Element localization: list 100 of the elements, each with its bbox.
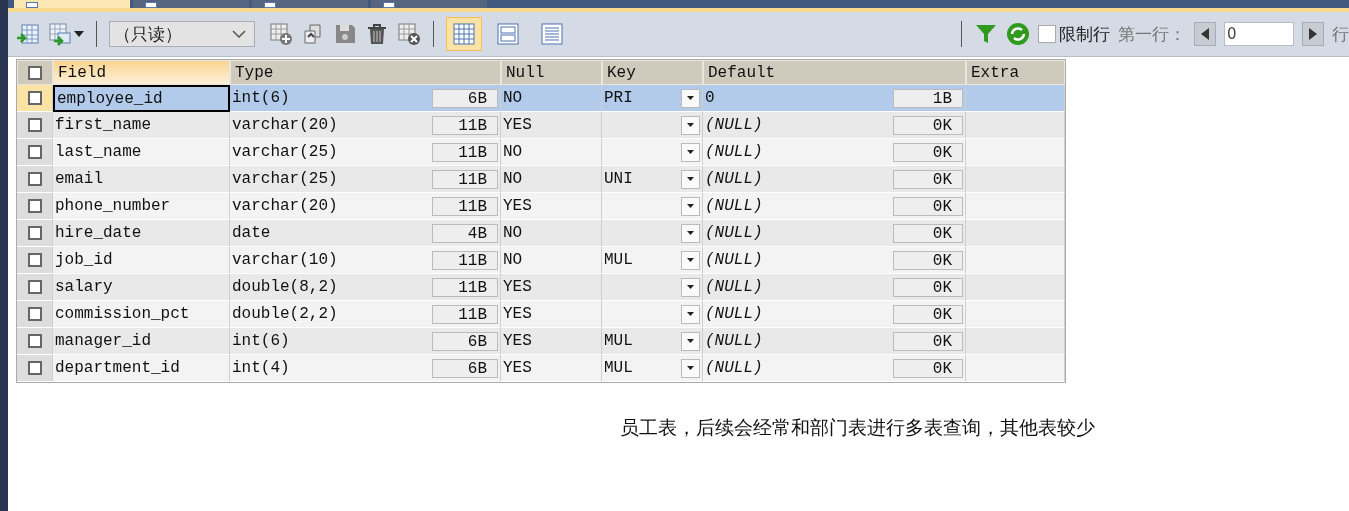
add-row-icon[interactable] xyxy=(269,22,293,46)
table-cell: MUL xyxy=(604,251,633,269)
tab[interactable] xyxy=(133,0,249,8)
row-checkbox[interactable] xyxy=(27,226,42,240)
save-icon[interactable] xyxy=(333,22,357,46)
caret-icon xyxy=(687,258,694,262)
delete-row-icon[interactable] xyxy=(397,22,421,46)
table-row[interactable]: salary double(8,2) 11B YES (NULL) 0K xyxy=(17,274,1065,301)
table-row[interactable]: phone_number varchar(20) 11B YES (NULL) 0K xyxy=(17,193,1065,220)
dropdown-button[interactable] xyxy=(681,142,700,162)
table-row[interactable]: first_name varchar(20) 11B YES (NULL) 0K xyxy=(17,112,1065,139)
table-cell: UNI xyxy=(604,170,633,188)
size-box: 0K xyxy=(893,196,963,216)
table-cell: PRI xyxy=(604,89,633,107)
table-cell: YES xyxy=(503,116,532,134)
size-box: 4B xyxy=(432,223,498,243)
dropdown-button[interactable] xyxy=(681,196,700,216)
size-box: 6B xyxy=(432,88,498,108)
grid-icon xyxy=(383,2,395,8)
caret-icon xyxy=(687,339,694,343)
column-header[interactable]: Extra xyxy=(966,60,1065,85)
table-row[interactable]: email varchar(25) 11B NO UNI (NULL) 0K xyxy=(17,166,1065,193)
table-row[interactable]: last_name varchar(25) 11B NO (NULL) 0K xyxy=(17,139,1065,166)
dropdown-button[interactable] xyxy=(681,358,700,378)
select-all-checkbox[interactable] xyxy=(28,65,42,80)
row-checkbox[interactable] xyxy=(27,172,42,186)
table-row[interactable]: commission_pct double(2,2) 11B YES (NULL) 0K xyxy=(17,301,1065,328)
row-checkbox[interactable] xyxy=(27,91,42,105)
table-row[interactable]: job_id varchar(10) 11B NO MUL (NULL) 0K xyxy=(17,247,1065,274)
column-header[interactable]: Default xyxy=(703,60,966,85)
table-row[interactable]: department_id int(4) 6B YES MUL (NULL) 0K xyxy=(17,355,1065,382)
size-box: 0K xyxy=(893,358,963,378)
caret-icon xyxy=(687,312,694,316)
caret-icon xyxy=(687,123,694,127)
table-cell: (NULL) xyxy=(705,305,763,323)
size-box: 0K xyxy=(893,115,963,135)
caret-icon xyxy=(687,96,694,100)
row-checkbox[interactable] xyxy=(27,253,42,267)
row-checkbox[interactable] xyxy=(27,199,42,213)
table-cell: double(8,2) xyxy=(232,278,338,296)
dropdown-button[interactable] xyxy=(681,277,700,297)
filter-icon[interactable] xyxy=(974,22,998,46)
tab[interactable] xyxy=(371,0,487,8)
size-box: 11B xyxy=(432,142,498,162)
grid-icon xyxy=(264,2,276,8)
limit-rows-checkbox[interactable] xyxy=(1038,25,1056,43)
table-cell: varchar(20) xyxy=(232,116,338,134)
dropdown-button[interactable] xyxy=(681,115,700,135)
row-checkbox[interactable] xyxy=(27,145,42,159)
chevron-icon xyxy=(232,30,246,38)
row-count-label: 行 xyxy=(1332,22,1349,46)
tab[interactable] xyxy=(252,0,368,8)
dropdown-button[interactable] xyxy=(681,250,700,270)
size-box: 1B xyxy=(893,88,963,108)
table-cell: NO xyxy=(503,251,523,269)
grid-view-button[interactable] xyxy=(446,17,482,51)
export-grid-button[interactable] xyxy=(48,22,84,46)
table-cell: (NULL) xyxy=(705,224,763,242)
table-cell: YES xyxy=(503,305,532,323)
row-checkbox[interactable] xyxy=(27,307,42,321)
table-row[interactable]: hire_date date 4B NO (NULL) 0K xyxy=(17,220,1065,247)
row-checkbox[interactable] xyxy=(27,280,42,294)
tab[interactable] xyxy=(14,0,130,8)
refresh-icon[interactable] xyxy=(1006,22,1030,46)
table-row[interactable]: manager_id int(6) 6B YES MUL (NULL) 0K xyxy=(17,328,1065,355)
column-header[interactable]: Type xyxy=(230,60,501,85)
size-box: 6B xyxy=(432,358,498,378)
size-box: 11B xyxy=(432,115,498,135)
table-cell: int(6) xyxy=(232,332,290,350)
limit-rows-label: 限制行 xyxy=(1059,22,1110,46)
table-row[interactable]: employee_id int(6) 6B NO PRI 0 1B xyxy=(17,85,1065,112)
row-checkbox[interactable] xyxy=(27,361,42,375)
table-cell: salary xyxy=(55,278,113,296)
previous-button[interactable] xyxy=(1194,22,1216,46)
row-checkbox[interactable] xyxy=(27,334,42,348)
dropdown-button[interactable] xyxy=(681,331,700,351)
table-cell: MUL xyxy=(604,332,633,350)
dropdown-button[interactable] xyxy=(681,304,700,324)
dropdown-button[interactable] xyxy=(681,88,700,108)
table-cell: (NULL) xyxy=(705,251,763,269)
size-box: 11B xyxy=(432,196,498,216)
trash-icon[interactable] xyxy=(365,22,389,46)
column-header[interactable]: Null xyxy=(501,60,602,85)
column-header[interactable]: Field xyxy=(53,60,230,85)
caret-icon xyxy=(687,177,694,181)
caret-icon xyxy=(687,150,694,154)
next-button[interactable] xyxy=(1302,22,1324,46)
export-grid-icon xyxy=(48,22,72,46)
size-box: 11B xyxy=(432,304,498,324)
table-cell: manager_id xyxy=(55,332,151,350)
first-row-label: 第一行： xyxy=(1118,22,1186,46)
mode-dropdown[interactable]: （只读） xyxy=(109,21,255,47)
import-grid-icon[interactable] xyxy=(16,22,40,46)
right-triangle-icon xyxy=(1309,28,1317,40)
row-checkbox[interactable] xyxy=(27,118,42,132)
table-cell: phone_number xyxy=(55,197,171,215)
column-header[interactable]: Key xyxy=(602,60,703,85)
dropdown-button[interactable] xyxy=(681,169,700,189)
dropdown-button[interactable] xyxy=(681,223,700,243)
caret-icon xyxy=(687,366,694,370)
